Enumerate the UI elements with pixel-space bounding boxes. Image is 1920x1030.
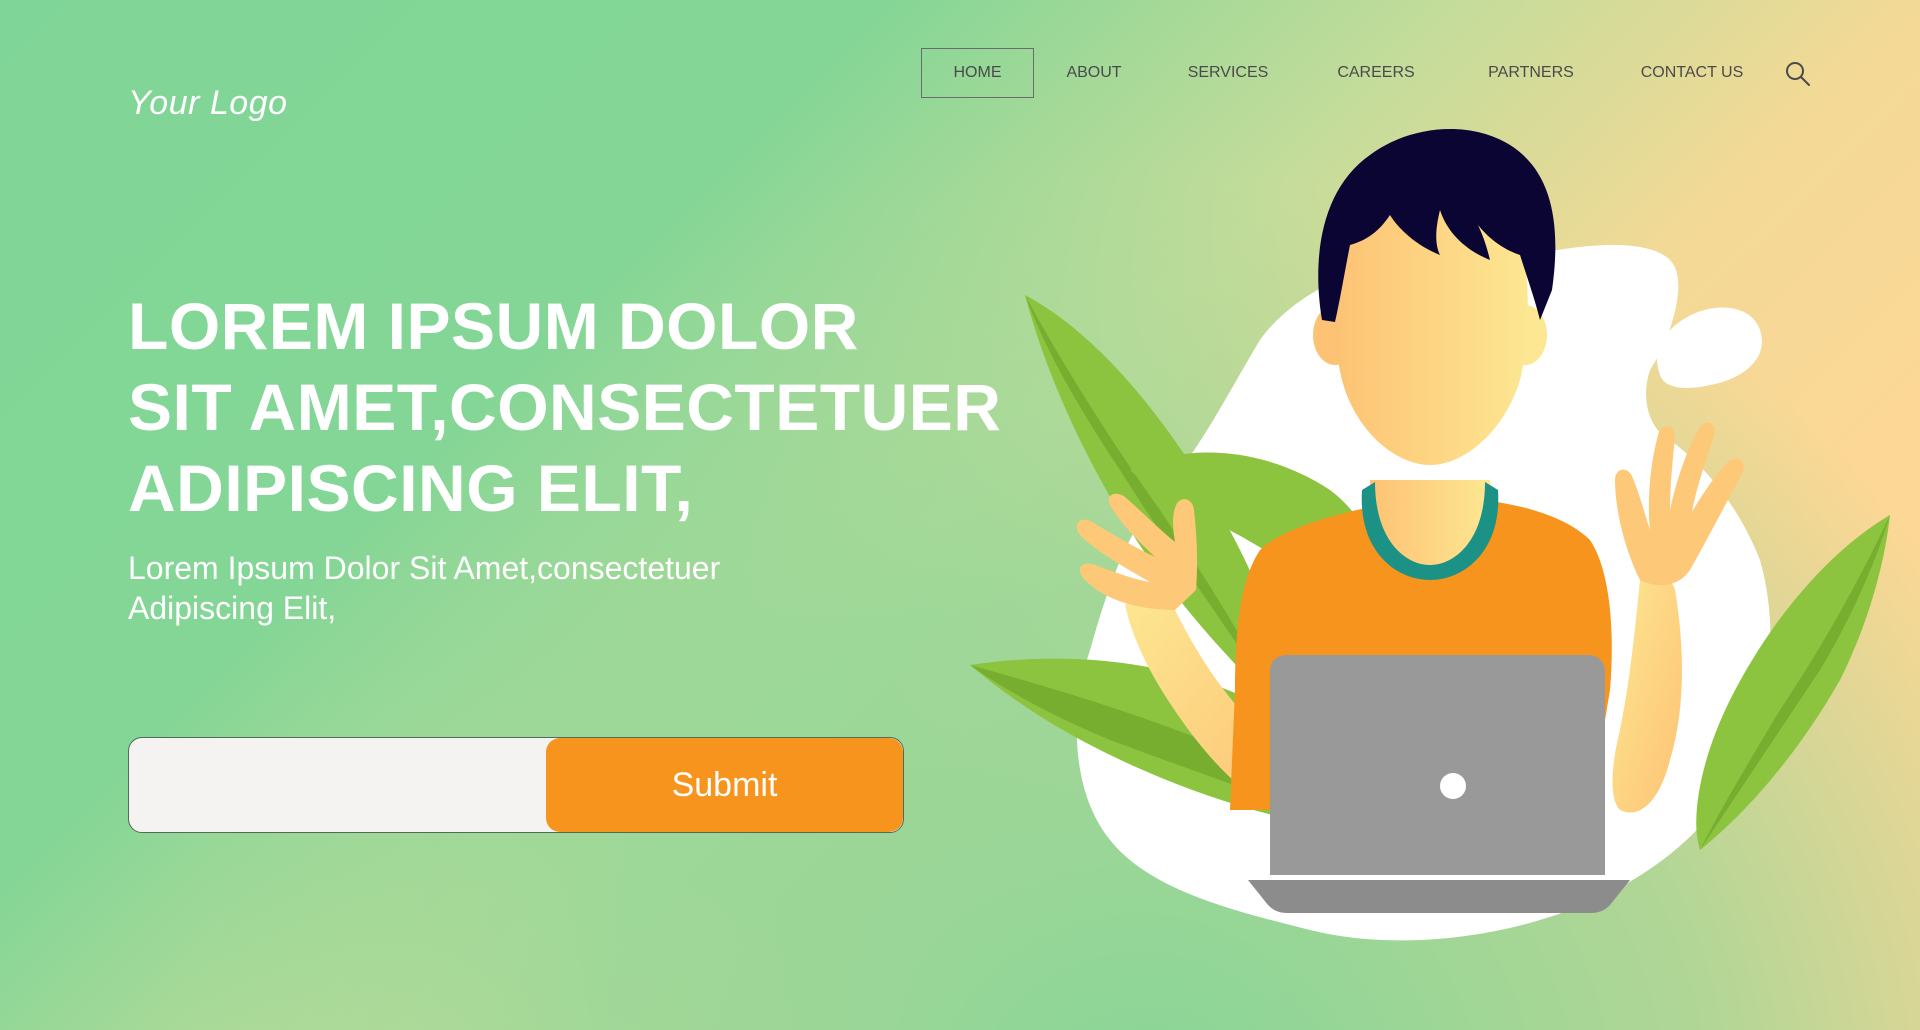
hero-illustration bbox=[970, 128, 1890, 941]
nav-item-services[interactable]: SERVICES bbox=[1154, 48, 1302, 98]
hero-subtitle-line: Adipiscing Elit, bbox=[128, 590, 337, 626]
left-hand bbox=[1076, 493, 1198, 610]
nav-item-contact-us[interactable]: CONTACT US bbox=[1612, 48, 1772, 98]
hero-subtitle: Lorem Ipsum Dolor Sit Amet,consectetuer … bbox=[128, 548, 720, 628]
nav-item-home[interactable]: HOME bbox=[921, 48, 1034, 98]
nav-item-about[interactable]: ABOUT bbox=[1034, 48, 1154, 98]
logo[interactable]: Your Logo bbox=[128, 84, 288, 123]
hero-title-line: SIT AMET,CONSECTETUER bbox=[128, 370, 1002, 444]
hero-title-line: ADIPISCING ELIT, bbox=[128, 451, 694, 525]
search-icon[interactable] bbox=[1784, 60, 1812, 88]
laptop-screen bbox=[1270, 655, 1605, 875]
laptop-logo bbox=[1440, 773, 1466, 799]
email-input[interactable] bbox=[129, 738, 549, 832]
laptop-base bbox=[1248, 880, 1630, 913]
nav-item-careers[interactable]: CAREERS bbox=[1302, 48, 1450, 98]
main-nav: HOME ABOUT SERVICES CAREERS PARTNERS CON… bbox=[921, 48, 1772, 98]
hero-subtitle-line: Lorem Ipsum Dolor Sit Amet,consectetuer bbox=[128, 550, 721, 586]
subscribe-form: Submit bbox=[128, 737, 904, 833]
submit-button[interactable]: Submit bbox=[546, 738, 903, 832]
hero-title-line: LOREM IPSUM DOLOR bbox=[128, 289, 859, 363]
hero-title: LOREM IPSUM DOLOR SIT AMET,CONSECTETUER … bbox=[128, 286, 1001, 529]
nav-item-partners[interactable]: PARTNERS bbox=[1450, 48, 1612, 98]
